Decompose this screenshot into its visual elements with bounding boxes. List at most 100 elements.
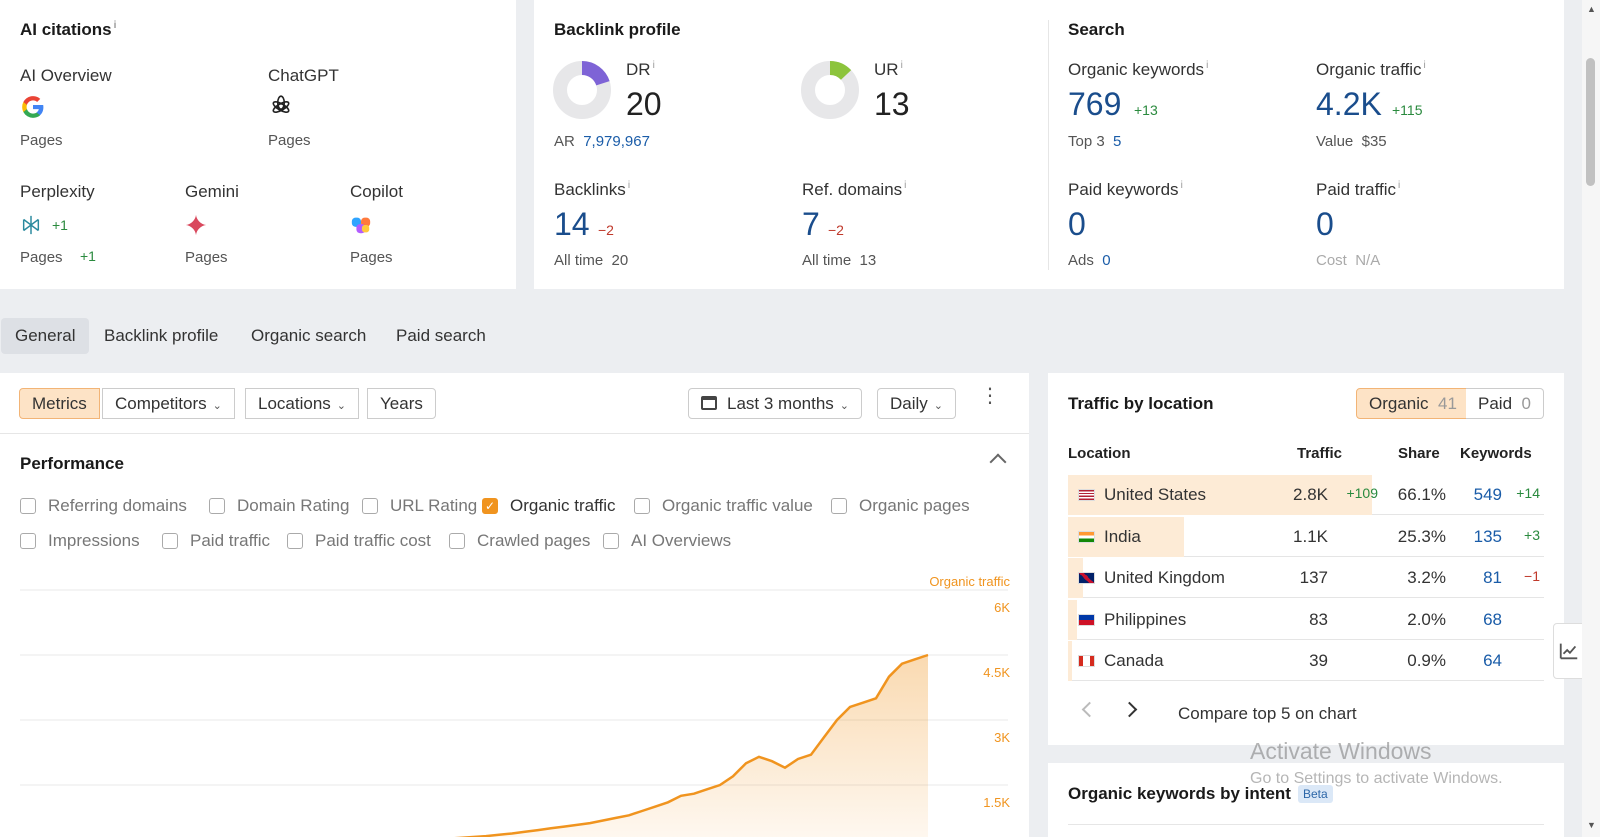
metrics-button[interactable]: Metrics bbox=[19, 388, 100, 419]
backlinks-label: Backlinks i bbox=[554, 180, 631, 199]
paid-keywords-value[interactable]: 0 bbox=[1068, 206, 1086, 243]
organic-traffic-chart: Organic traffic 1.5K 3K 4.5K 6K bbox=[20, 574, 1010, 837]
table-row[interactable]: Philippines 83 2.0% 68 bbox=[1068, 599, 1544, 640]
checkbox-paid-traffic[interactable]: Paid traffic bbox=[162, 530, 270, 552]
copilot-sub: Pages bbox=[350, 249, 393, 266]
tab-backlink-profile[interactable]: Backlink profile bbox=[90, 318, 232, 354]
share-bar bbox=[1068, 641, 1073, 681]
organic-keywords-delta: +13 bbox=[1134, 102, 1158, 118]
chatgpt-sub: Pages bbox=[268, 132, 311, 149]
checkbox-box bbox=[162, 533, 178, 549]
ref-domains-delta: −2 bbox=[828, 222, 844, 238]
keywords-value[interactable]: 81 bbox=[1483, 568, 1502, 588]
ref-domains-value[interactable]: 7 bbox=[802, 206, 820, 243]
search-title: Search bbox=[1068, 20, 1125, 39]
checkbox-domain-rating[interactable]: Domain Rating bbox=[209, 495, 349, 517]
checkbox-organic-traffic[interactable]: ✓ Organic traffic bbox=[482, 495, 616, 517]
checkbox-label: Domain Rating bbox=[237, 496, 350, 515]
google-icon bbox=[20, 94, 46, 125]
flag-icon bbox=[1078, 489, 1095, 501]
organic-traffic-value[interactable]: 4.2K bbox=[1316, 86, 1382, 123]
tab-paid-search[interactable]: Paid search bbox=[382, 318, 500, 354]
traffic-value: 1.1K bbox=[1293, 526, 1328, 546]
keywords-value[interactable]: 549 bbox=[1474, 485, 1502, 505]
checkbox-referring-domains[interactable]: Referring domains bbox=[20, 495, 187, 517]
keywords-delta: −1 bbox=[1524, 568, 1540, 584]
flag-icon bbox=[1078, 613, 1095, 626]
paid-traffic-value[interactable]: 0 bbox=[1316, 206, 1334, 243]
checkbox-label: Paid traffic bbox=[190, 531, 271, 550]
interval-dropdown[interactable]: Daily ⌄ bbox=[877, 388, 957, 419]
organic-toggle[interactable]: Organic 41 bbox=[1356, 388, 1470, 419]
share-value: 2.0% bbox=[1407, 609, 1446, 629]
share-value: 25.3% bbox=[1397, 526, 1446, 546]
more-options-icon[interactable]: ⋮ bbox=[980, 386, 1000, 406]
checkbox-impressions[interactable]: Impressions bbox=[20, 530, 140, 552]
scroll-down-icon[interactable]: ▼ bbox=[1587, 820, 1596, 830]
organic-keywords-value[interactable]: 769 bbox=[1068, 86, 1121, 123]
checkbox-box bbox=[603, 533, 619, 549]
divider bbox=[0, 433, 1029, 434]
y-tick-label: 6K bbox=[994, 600, 1010, 615]
competitors-dropdown[interactable]: Competitors ⌄ bbox=[102, 388, 235, 419]
tab-organic-search[interactable]: Organic search bbox=[237, 318, 380, 354]
keywords-delta: +3 bbox=[1524, 526, 1540, 543]
compare-top5-link[interactable]: Compare top 5 on chart bbox=[1178, 704, 1357, 724]
y-tick-label: 1.5K bbox=[983, 795, 1010, 810]
share-value: 3.2% bbox=[1407, 568, 1446, 587]
keywords-value[interactable]: 135 bbox=[1474, 527, 1502, 547]
keywords-value[interactable]: 64 bbox=[1483, 651, 1502, 671]
chatgpt-label: ChatGPT bbox=[268, 66, 339, 85]
traffic-value: 2.8K bbox=[1293, 485, 1328, 504]
performance-title: Performance bbox=[20, 454, 124, 473]
scroll-up-icon[interactable]: ▲ bbox=[1587, 4, 1596, 14]
scrollbar-thumb[interactable] bbox=[1586, 58, 1595, 186]
overview-card: Backlink profile DR i 20 AR 7,979,967 UR i… bbox=[534, 0, 1564, 289]
location-name[interactable]: United Kingdom bbox=[1104, 568, 1225, 588]
ai-overview-label: AI Overview bbox=[20, 66, 112, 85]
checkbox-box bbox=[831, 498, 847, 514]
years-button[interactable]: Years bbox=[367, 388, 436, 419]
gemini-label: Gemini bbox=[185, 182, 239, 201]
location-name[interactable]: Canada bbox=[1104, 651, 1164, 671]
chevron-down-icon: ⌄ bbox=[336, 400, 346, 412]
tab-general[interactable]: General bbox=[1, 318, 90, 354]
checkbox-box bbox=[362, 498, 378, 514]
y-tick-label: 3K bbox=[994, 730, 1010, 745]
location-name[interactable]: India bbox=[1104, 527, 1141, 547]
backlinks-value[interactable]: 14 bbox=[554, 206, 590, 243]
checkbox-paid-traffic-cost[interactable]: Paid traffic cost bbox=[287, 530, 431, 552]
date-range-dropdown[interactable]: Last 3 months ⌄ bbox=[688, 388, 862, 419]
table-row[interactable]: Canada 39 0.9% 64 bbox=[1068, 641, 1544, 681]
y-tick-label: 4.5K bbox=[983, 665, 1010, 680]
checkbox-box bbox=[20, 498, 36, 514]
checkbox-label: URL Rating bbox=[390, 496, 478, 515]
watermark-sub: Go to Settings to activate Windows. bbox=[1250, 770, 1503, 787]
keywords-value[interactable]: 68 bbox=[1483, 610, 1502, 630]
table-row[interactable]: India 1.1K 25.3% 135 +3 bbox=[1068, 516, 1544, 557]
copilot-icon bbox=[350, 214, 372, 241]
checkbox-url-rating[interactable]: URL Rating bbox=[362, 495, 477, 517]
calendar-icon bbox=[701, 396, 717, 410]
checkbox-organic-traffic-value[interactable]: Organic traffic value bbox=[634, 495, 813, 517]
gemini-icon bbox=[185, 214, 207, 241]
ar-value[interactable]: 7,979,967 bbox=[583, 133, 650, 150]
location-name[interactable]: United States bbox=[1104, 485, 1206, 505]
checkbox-label: Organic traffic bbox=[510, 496, 616, 515]
paid-toggle[interactable]: Paid 0 bbox=[1466, 388, 1544, 419]
table-row[interactable]: United Kingdom 137 3.2% 81 −1 bbox=[1068, 558, 1544, 598]
checkbox-ai-overviews[interactable]: AI Overviews bbox=[603, 530, 731, 552]
chart-toggle-handle[interactable] bbox=[1553, 623, 1583, 679]
checkbox-label: Paid traffic cost bbox=[315, 531, 431, 550]
checkbox-organic-pages[interactable]: Organic pages bbox=[831, 495, 970, 517]
col-location: Location bbox=[1068, 445, 1131, 462]
page-scrollbar[interactable]: ▲ ▼ bbox=[1582, 0, 1600, 837]
location-name[interactable]: Philippines bbox=[1104, 610, 1186, 630]
col-share: Share bbox=[1398, 445, 1440, 462]
locations-dropdown[interactable]: Locations ⌄ bbox=[245, 388, 359, 419]
ur-donut bbox=[801, 61, 859, 119]
ref-domains-label: Ref. domains i bbox=[802, 180, 907, 199]
ur-value: 13 bbox=[874, 86, 910, 122]
table-row[interactable]: United States 2.8K +109 66.1% 549 +14 bbox=[1068, 475, 1544, 515]
checkbox-crawled-pages[interactable]: Crawled pages bbox=[449, 530, 590, 552]
